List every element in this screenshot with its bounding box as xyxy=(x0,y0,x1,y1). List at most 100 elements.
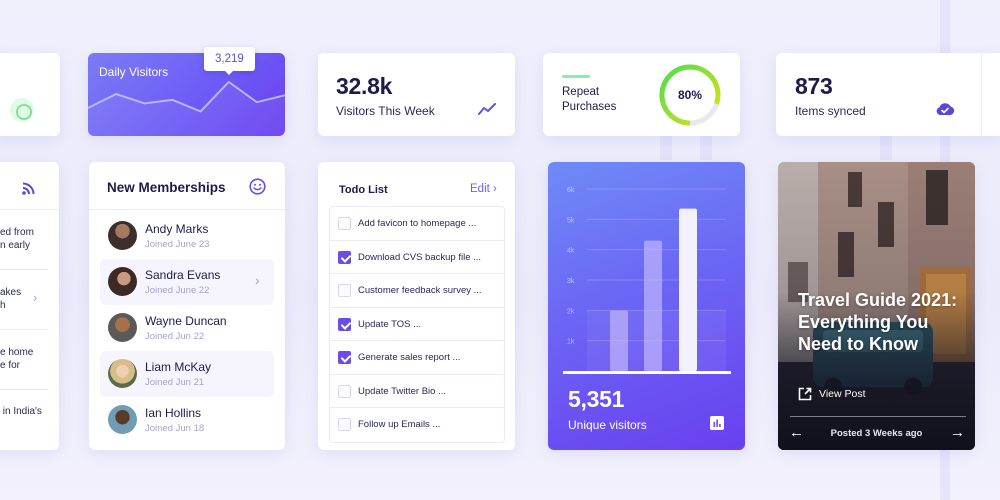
todo-checkbox[interactable] xyxy=(338,284,351,297)
daily-visitors-card: Daily Visitors 3,219 xyxy=(88,47,285,136)
feed-item[interactable]: ed from n early xyxy=(0,226,34,252)
card-divider xyxy=(981,53,982,136)
memberships-header-divider xyxy=(89,209,285,210)
member-name: Wayne Duncan xyxy=(145,314,227,328)
todo-text: Update Twitter Bio ... xyxy=(358,385,447,397)
chevron-right-icon[interactable]: › xyxy=(255,272,260,288)
feed-divider xyxy=(0,329,48,330)
y-tick-label: 4k xyxy=(567,248,575,255)
travel-post-title[interactable]: Travel Guide 2021: Everything You Need t… xyxy=(798,289,968,355)
unique-visitors-bar-chart: 1k 2k 3k 4k 5k 6k xyxy=(563,187,731,374)
y-tick-label: 2k xyxy=(567,308,575,315)
todo-edit-label: Edit xyxy=(470,183,490,195)
feed-divider xyxy=(0,269,48,270)
member-row[interactable]: Sandra Evans Joined June 22 › xyxy=(100,259,274,305)
feed-divider xyxy=(0,389,48,390)
todo-item[interactable]: Update TOS ... xyxy=(330,308,504,341)
member-row[interactable]: Ian Hollins Joined Jun 18 xyxy=(100,397,274,443)
todo-checkbox[interactable] xyxy=(338,217,351,230)
unique-visitors-label: Unique visitors xyxy=(568,418,647,432)
feed-item[interactable]: e home e for xyxy=(0,346,33,372)
new-memberships-card: New Memberships Andy Marks Joined June 2… xyxy=(89,162,285,450)
member-name: Andy Marks xyxy=(145,222,209,236)
todo-text: Customer feedback survey ... xyxy=(358,285,482,296)
bar-2 xyxy=(644,240,662,371)
member-name: Ian Hollins xyxy=(145,406,202,420)
todo-item[interactable]: Add favicon to homepage ... xyxy=(330,207,504,241)
avatar xyxy=(108,221,137,250)
todo-text: Follow up Emails ... xyxy=(358,419,441,430)
items-synced-value: 873 xyxy=(795,73,833,99)
travel-post-card[interactable]: Travel Guide 2021: Everything You Need t… xyxy=(778,162,975,450)
daily-visitors-tooltip: 3,219 xyxy=(204,47,255,75)
todo-checkbox[interactable] xyxy=(338,351,351,364)
todo-item[interactable]: Customer feedback survey ... xyxy=(330,274,504,308)
visitors-week-card: 32.8k Visitors This Week xyxy=(318,53,515,136)
bar-chart-icon[interactable] xyxy=(710,416,724,430)
status-dot-icon xyxy=(10,98,34,122)
todo-checkbox[interactable] xyxy=(338,384,351,398)
y-tick-label: 6k xyxy=(567,187,575,194)
member-row[interactable]: Wayne Duncan Joined Jun 22 xyxy=(100,305,274,351)
news-feed-card: ed from n early akes h › e home e for in… xyxy=(0,162,59,450)
bar-1 xyxy=(610,310,628,371)
chevron-right-icon: › xyxy=(493,183,497,195)
todo-item[interactable]: Generate sales report ... xyxy=(330,341,504,375)
avatar xyxy=(108,359,137,388)
avatar xyxy=(108,267,137,296)
member-joined: Joined Jun 21 xyxy=(145,377,205,388)
avatar xyxy=(108,405,137,434)
todo-text: Download CVS backup file ... xyxy=(358,251,482,263)
feed-header-divider xyxy=(0,209,59,210)
todo-checkbox[interactable] xyxy=(338,418,351,431)
member-joined: Joined June 23 xyxy=(145,239,210,250)
arrow-right-icon[interactable]: → xyxy=(950,424,965,441)
items-synced-card: 873 Items synced xyxy=(776,53,1000,136)
member-row[interactable]: Liam McKay Joined Jun 21 xyxy=(100,351,274,397)
member-row[interactable]: Andy Marks Joined June 23 xyxy=(100,213,274,259)
todo-list-card: Todo List Edit › Add favicon to homepage… xyxy=(318,162,515,450)
y-tick-label: 3k xyxy=(567,278,575,285)
y-tick-label: 5k xyxy=(567,217,575,224)
daily-visitors-area xyxy=(88,81,285,136)
repeat-purchases-accent-bar xyxy=(562,75,590,78)
unique-visitors-card: 1k 2k 3k 4k 5k 6k 5,351 Unique visitors xyxy=(548,162,745,450)
member-joined: Joined June 22 xyxy=(145,285,210,296)
smiley-icon xyxy=(249,178,266,195)
travel-posted-date: Posted 3 Weeks ago xyxy=(830,428,923,439)
todo-item[interactable]: Update Twitter Bio ... xyxy=(330,375,504,408)
view-post-label: View Post xyxy=(819,388,866,400)
cloud-check-icon xyxy=(936,103,955,115)
member-name: Sandra Evans xyxy=(145,268,221,282)
todo-title: Todo List xyxy=(339,184,388,196)
y-tick-label: 1k xyxy=(567,339,575,346)
visitors-week-value: 32.8k xyxy=(336,73,393,99)
todo-edit-button[interactable]: Edit › xyxy=(470,183,497,195)
visitors-week-label: Visitors This Week xyxy=(336,104,435,118)
x-axis-baseline xyxy=(563,371,731,374)
todo-checkbox[interactable] xyxy=(338,250,351,264)
unique-visitors-value: 5,351 xyxy=(568,386,625,412)
todo-text: Update TOS ... xyxy=(358,318,422,330)
bar-3 xyxy=(679,208,697,371)
repeat-purchases-percent: 80% xyxy=(677,88,703,102)
items-synced-label: Items synced xyxy=(795,104,866,118)
feed-item[interactable]: in India's xyxy=(0,405,42,418)
memberships-title: New Memberships xyxy=(107,180,226,195)
view-post-link[interactable]: View Post xyxy=(798,387,866,401)
rss-icon[interactable] xyxy=(22,182,35,195)
member-joined: Joined Jun 22 xyxy=(145,331,205,342)
feed-item[interactable]: akes h xyxy=(0,286,21,312)
repeat-purchases-card: Repeat Purchases 80% xyxy=(543,53,740,136)
member-name: Liam McKay xyxy=(145,360,212,374)
trend-up-icon xyxy=(478,103,496,115)
chevron-right-icon[interactable]: › xyxy=(33,290,37,305)
daily-visitors-line-chart xyxy=(88,80,285,136)
external-link-icon xyxy=(798,387,812,401)
avatar xyxy=(108,313,137,342)
member-joined: Joined Jun 18 xyxy=(145,423,205,434)
todo-item[interactable]: Download CVS backup file ... xyxy=(330,241,504,274)
todo-checkbox[interactable] xyxy=(338,317,351,331)
todo-item[interactable]: Follow up Emails ... xyxy=(330,408,504,442)
partial-status-card xyxy=(0,53,60,136)
